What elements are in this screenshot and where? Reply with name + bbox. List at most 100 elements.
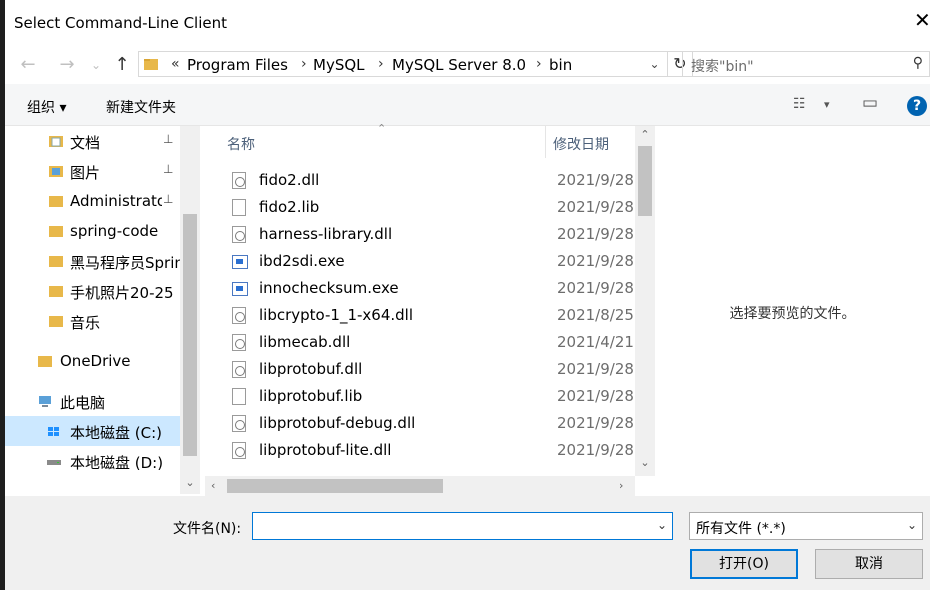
file-row[interactable]: innochecksum.exe 2021/9/28 xyxy=(227,275,637,302)
file-row[interactable]: libprotobuf.dll 2021/9/28 xyxy=(227,356,637,383)
close-icon[interactable]: ✕ xyxy=(914,8,930,32)
file-date: 2021/9/28 xyxy=(557,387,634,405)
file-type-select[interactable]: 所有文件 (*.*) ⌄ xyxy=(689,512,923,540)
breadcrumb-overflow[interactable]: « xyxy=(171,56,180,72)
file-row[interactable]: fido2.dll 2021/9/28 xyxy=(227,167,637,194)
open-button[interactable]: 打开(O) xyxy=(690,549,798,579)
cancel-button[interactable]: 取消 xyxy=(815,549,923,579)
pin-icon: ⊥ xyxy=(163,162,174,176)
scrollbar-thumb[interactable] xyxy=(183,214,197,456)
back-arrow-icon[interactable]: ← xyxy=(17,54,39,76)
chevron-down-icon[interactable]: ⌄ xyxy=(907,518,917,532)
sidebar-item-heima[interactable]: 黑马程序员Sprin xyxy=(5,246,180,276)
up-arrow-icon[interactable]: ↑ xyxy=(111,54,133,76)
file-open-dialog: Select Command-Line Client ✕ ← → ⌄ ↑ « P… xyxy=(5,0,930,590)
file-list-vertical-scrollbar[interactable]: ⌃ ⌄ xyxy=(635,126,655,476)
file-name: libprotobuf.dll xyxy=(259,360,363,378)
dll-file-icon xyxy=(232,361,246,378)
file-row[interactable]: harness-library.dll 2021/9/28 xyxy=(227,221,637,248)
drive-c-icon xyxy=(48,427,59,436)
file-date: 2021/9/28 xyxy=(557,441,634,459)
new-folder-button[interactable]: 新建文件夹 xyxy=(106,97,176,117)
sidebar-item-label: 本地磁盘 (D:) xyxy=(70,454,164,472)
sidebar-item-label: 本地磁盘 (C:) xyxy=(70,424,162,442)
sidebar-item-documents[interactable]: 文档 ⊥ xyxy=(5,126,180,156)
file-date: 2021/9/28 xyxy=(557,171,634,189)
folder-icon xyxy=(144,59,158,70)
scroll-right-icon[interactable]: › xyxy=(619,479,623,492)
preview-pane-icon[interactable]: ▭ xyxy=(862,93,878,113)
sidebar-item-label: 手机照片20-25 xyxy=(70,284,174,302)
sidebar-item-label: 黑马程序员Sprin xyxy=(70,254,180,272)
file-row[interactable]: ibd2sdi.exe 2021/9/28 xyxy=(227,248,637,275)
sidebar-item-label: spring-code xyxy=(70,222,159,240)
sidebar-item-label: 音乐 xyxy=(70,314,101,332)
file-name: fido2.dll xyxy=(259,171,320,189)
breadcrumb-separator[interactable]: › xyxy=(378,56,384,72)
column-header-modified[interactable]: 修改日期 xyxy=(553,134,609,166)
scroll-up-icon[interactable]: ⌃ xyxy=(639,128,651,141)
file-row[interactable]: libmecab.dll 2021/4/21 xyxy=(227,329,637,356)
command-toolbar: 组织 ▾ 新建文件夹 ☷ ▾ ▭ ? xyxy=(5,84,930,126)
view-options-icon[interactable]: ☷ xyxy=(793,96,806,112)
scroll-left-icon[interactable]: ‹ xyxy=(211,479,215,492)
file-row[interactable]: libcrypto-1_1-x64.dll 2021/8/25 xyxy=(227,302,637,329)
file-name: ibd2sdi.exe xyxy=(259,252,345,270)
address-dropdown-icon[interactable]: ⌄ xyxy=(642,52,667,76)
chevron-down-icon[interactable]: ⌄ xyxy=(657,518,667,532)
scrollbar-thumb[interactable] xyxy=(638,146,652,216)
file-row[interactable]: libprotobuf-debug.dll 2021/9/28 xyxy=(227,410,637,437)
search-icon[interactable]: ⚲ xyxy=(913,55,923,71)
sidebar-item-drive-d[interactable]: 本地磁盘 (D:) xyxy=(5,446,180,476)
sidebar-item-phone-photos[interactable]: 手机照片20-25 xyxy=(5,276,180,306)
breadcrumb-mysql-server[interactable]: MySQL Server 8.0 xyxy=(392,56,526,74)
scroll-down-icon[interactable]: ⌄ xyxy=(184,476,196,489)
breadcrumb-program-files[interactable]: Program Files xyxy=(187,56,288,74)
forward-arrow-icon[interactable]: → xyxy=(56,54,78,76)
navigation-bar: ← → ⌄ ↑ « Program Files › MySQL › MySQL … xyxy=(5,46,930,84)
sidebar-item-music[interactable]: 音乐 xyxy=(5,306,180,336)
breadcrumb-separator[interactable]: › xyxy=(536,56,542,72)
file-name: libmecab.dll xyxy=(259,333,351,351)
file-list-horizontal-scrollbar[interactable]: ‹ › xyxy=(205,476,635,496)
sidebar-item-drive-c[interactable]: 本地磁盘 (C:) xyxy=(5,416,180,446)
column-header-name[interactable]: 名称 xyxy=(227,134,255,166)
exe-file-icon xyxy=(232,282,248,296)
sidebar-item-administrator[interactable]: Administrato ⊥ xyxy=(5,186,180,216)
scrollbar-thumb[interactable] xyxy=(227,479,443,493)
lib-file-icon xyxy=(232,388,246,405)
column-divider[interactable] xyxy=(545,126,546,158)
folder-icon xyxy=(49,286,63,297)
search-input[interactable]: 搜索"bin" xyxy=(691,56,754,76)
view-dropdown-icon[interactable]: ▾ xyxy=(824,98,830,111)
breadcrumb-mysql[interactable]: MySQL xyxy=(313,56,365,74)
scroll-down-icon[interactable]: ⌄ xyxy=(639,456,651,469)
file-row[interactable]: fido2.lib 2021/9/28 xyxy=(227,194,637,221)
documents-icon xyxy=(49,136,63,147)
sidebar-item-onedrive[interactable]: OneDrive xyxy=(5,346,180,376)
breadcrumb-separator[interactable]: › xyxy=(301,56,307,72)
sidebar-item-pictures[interactable]: 图片 ⊥ xyxy=(5,156,180,186)
address-bar[interactable]: « Program Files › MySQL › MySQL Server 8… xyxy=(138,51,693,77)
sidebar-item-label: 文档 xyxy=(70,134,101,152)
search-box[interactable]: 搜索"bin" ⚲ xyxy=(682,51,930,77)
window-title: Select Command-Line Client xyxy=(14,14,228,32)
sidebar-item-this-pc[interactable]: 此电脑 xyxy=(5,386,180,416)
filename-input[interactable]: ⌄ xyxy=(252,512,673,540)
file-date: 2021/9/28 xyxy=(557,198,634,216)
breadcrumb-bin[interactable]: bin xyxy=(549,56,572,74)
file-name: libprotobuf.lib xyxy=(259,387,363,405)
dll-file-icon xyxy=(232,415,246,432)
file-name: libcrypto-1_1-x64.dll xyxy=(259,306,414,324)
recent-locations-icon[interactable]: ⌄ xyxy=(85,54,107,76)
file-row[interactable]: libprotobuf.lib 2021/9/28 xyxy=(227,383,637,410)
sidebar-item-label: 图片 xyxy=(70,164,101,182)
sidebar-item-spring-code[interactable]: spring-code xyxy=(5,216,180,246)
sidebar-scrollbar[interactable]: ⌄ xyxy=(180,126,200,494)
organize-menu[interactable]: 组织 ▾ xyxy=(27,97,66,117)
file-row[interactable]: libprotobuf-lite.dll 2021/9/28 xyxy=(227,437,637,464)
help-icon[interactable]: ? xyxy=(907,96,927,116)
file-type-value: 所有文件 (*.*) xyxy=(696,521,786,537)
sidebar-item-label: 此电脑 xyxy=(60,394,106,412)
dll-file-icon xyxy=(232,172,246,189)
